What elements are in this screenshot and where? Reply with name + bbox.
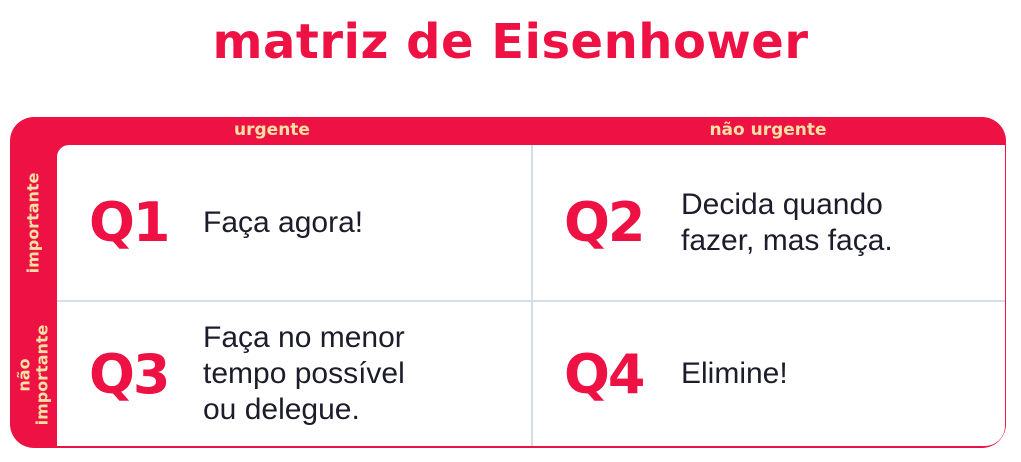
row-header-not-important: não importante: [10, 301, 57, 448]
quadrant-q3-text-line-1: Faça no menor: [203, 321, 405, 354]
quadrant-q1: Q1 Faça agora!: [57, 145, 531, 300]
quadrant-q2-label: Q2: [564, 191, 645, 254]
quadrant-q3-text-line-3: ou delegue.: [203, 393, 360, 426]
quadrant-q3: Q3 Faça no menor tempo possível ou deleg…: [57, 302, 531, 446]
quadrant-q3-label: Q3: [89, 342, 170, 406]
quadrant-grid: Q1 Faça agora! Q2 Decida quando fazer, m…: [57, 145, 1005, 446]
page-title: matriz de Eisenhower: [212, 14, 809, 70]
quadrant-q2-text-line-2: fazer, mas faça.: [681, 223, 893, 257]
row-header-not-important-label: não importante: [14, 324, 52, 425]
quadrant-q4-label: Q4: [564, 342, 645, 406]
row-header-important-label: importante: [23, 172, 43, 274]
row-header-not-important-line-1: não: [14, 357, 34, 392]
quadrant-q1-text-line: Faça agora!: [203, 205, 364, 239]
quadrant-q2-text: Decida quando fazer, mas faça.: [681, 187, 893, 259]
row-header-important: importante: [10, 145, 57, 301]
quadrant-q4: Q4 Elimine!: [533, 302, 1003, 446]
row-header-important-line: importante: [23, 172, 43, 274]
quadrant-q4-text: Elimine!: [681, 356, 788, 392]
quadrant-q4-text-line: Elimine!: [681, 357, 788, 390]
row-header-not-important-line-2: importante: [32, 324, 52, 425]
quadrant-q3-text: Faça no menor tempo possível ou delegue.: [203, 320, 405, 428]
quadrant-q2: Q2 Decida quando fazer, mas faça.: [533, 145, 1003, 300]
eisenhower-matrix: urgente não urgente importante não impor…: [10, 117, 1006, 448]
quadrant-q2-text-line-1: Decida quando: [681, 187, 883, 221]
quadrant-q1-label: Q1: [89, 191, 170, 254]
quadrant-q1-text: Faça agora!: [203, 205, 363, 241]
column-header-urgent: urgente: [234, 120, 310, 140]
column-header-not-urgent: não urgente: [709, 120, 827, 140]
quadrant-q3-text-line-2: tempo possível: [203, 357, 405, 390]
